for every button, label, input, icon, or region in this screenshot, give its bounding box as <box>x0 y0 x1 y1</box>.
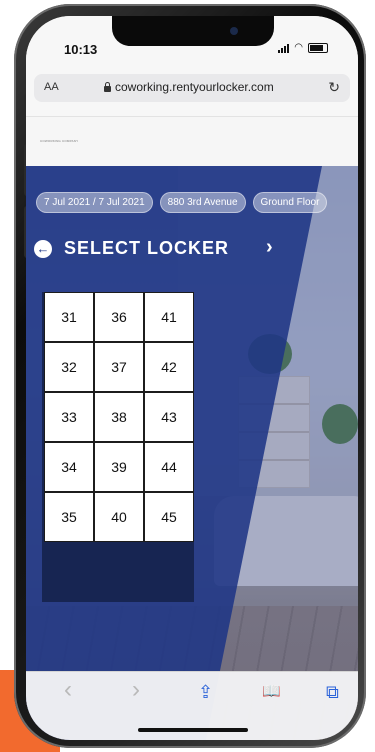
battery-icon <box>308 43 328 53</box>
bookmarks-icon[interactable]: 📖 <box>262 682 281 700</box>
locker-cell[interactable]: 45 <box>144 492 194 542</box>
reload-icon[interactable]: ↻ <box>328 79 340 96</box>
site-header: COWORKING COMPANY <box>26 116 358 167</box>
status-bar: 10:13 ◠ <box>26 16 358 64</box>
locker-cell[interactable]: 32 <box>44 342 94 392</box>
forward-icon[interactable]: › <box>132 676 140 704</box>
locker-cell[interactable]: 33 <box>44 392 94 442</box>
locker-grid: 31 36 41 32 37 42 33 38 43 34 39 44 35 40 45 <box>44 292 194 542</box>
camera-icon <box>230 27 238 35</box>
locker-cell[interactable]: 35 <box>44 492 94 542</box>
browser-toolbar: ‹ › ⇪ 📖 ⧉ <box>26 671 358 740</box>
page-header: ← SELECT LOCKER › <box>34 236 334 262</box>
tabs-icon[interactable]: ⧉ <box>326 682 339 703</box>
hero-section: 7 Jul 2021 / 7 Jul 2021 880 3rd Avenue G… <box>26 166 358 740</box>
locker-cell[interactable]: 38 <box>94 392 144 442</box>
address-bar[interactable]: AA coworking.rentyourlocker.com ↻ <box>34 74 350 102</box>
signal-icon <box>278 43 290 53</box>
phone-screen: 10:13 ◠ AA coworking.rentyourlocker.com … <box>26 16 358 740</box>
floor-chip[interactable]: Ground Floor <box>252 192 328 213</box>
locker-cell[interactable]: 34 <box>44 442 94 492</box>
booking-summary: 7 Jul 2021 / 7 Jul 2021 880 3rd Avenue G… <box>36 192 328 213</box>
back-icon[interactable]: ‹ <box>64 676 72 704</box>
share-icon[interactable]: ⇪ <box>198 682 213 703</box>
page-title: SELECT LOCKER <box>64 238 230 258</box>
wifi-icon: ◠ <box>294 42 303 53</box>
text-size-button[interactable]: AA <box>44 81 59 93</box>
locker-cell[interactable]: 41 <box>144 292 194 342</box>
date-chip[interactable]: 7 Jul 2021 / 7 Jul 2021 <box>36 192 153 213</box>
chevron-right-icon[interactable]: › <box>266 236 273 259</box>
url-display[interactable]: coworking.rentyourlocker.com <box>104 80 274 94</box>
locker-cell[interactable]: 44 <box>144 442 194 492</box>
lock-icon <box>104 81 111 92</box>
locker-cell[interactable]: 39 <box>94 442 144 492</box>
home-indicator <box>138 728 248 732</box>
locker-cell[interactable]: 40 <box>94 492 144 542</box>
locker-cell[interactable]: 36 <box>94 292 144 342</box>
company-logo[interactable]: COWORKING COMPANY <box>40 139 80 143</box>
address-chip[interactable]: 880 3rd Avenue <box>159 192 246 213</box>
locker-cell[interactable]: 31 <box>44 292 94 342</box>
notch <box>112 16 274 46</box>
locker-cell[interactable]: 37 <box>94 342 144 392</box>
locker-cell[interactable]: 43 <box>144 392 194 442</box>
locker-panel: 31 36 41 32 37 42 33 38 43 34 39 44 35 40 45 <box>42 292 194 602</box>
url-text: coworking.rentyourlocker.com <box>115 80 274 94</box>
back-arrow-icon[interactable]: ← <box>34 240 52 258</box>
status-time: 10:13 <box>64 42 98 57</box>
locker-cell[interactable]: 42 <box>144 342 194 392</box>
system-icons: ◠ <box>278 43 328 53</box>
